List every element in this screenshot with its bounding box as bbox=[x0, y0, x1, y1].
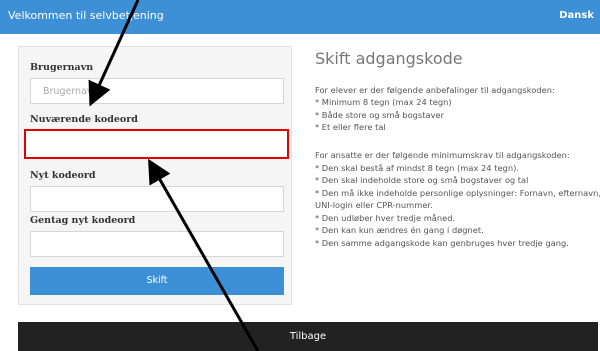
username-input[interactable]: Brugernavn bbox=[30, 78, 284, 104]
staff-rule: UNI-login eller CPR-nummer. bbox=[315, 200, 433, 210]
username-label: Brugernavn bbox=[30, 62, 94, 73]
staff-rule: * Den samme adgangskode kan genbruges hv… bbox=[315, 238, 569, 248]
staff-rule: * Den skal bestå af mindst 8 tegn (max 2… bbox=[315, 163, 519, 173]
staff-rule: * Den udløber hver tredje måned. bbox=[315, 213, 456, 223]
staff-rule: * Den kan kun ændres én gang i døgnet. bbox=[315, 225, 484, 235]
repeat-password-input[interactable] bbox=[30, 231, 284, 257]
info-heading: Skift adgangskode bbox=[315, 49, 463, 68]
back-button[interactable]: Tilbage bbox=[18, 322, 598, 351]
students-rule: * Minimum 8 tegn (max 24 tegn) bbox=[315, 97, 452, 107]
students-rule: * Både store og små bogstaver bbox=[315, 110, 444, 120]
welcome-title: Velkommen til selvbetjening bbox=[8, 9, 164, 22]
new-password-input[interactable] bbox=[30, 186, 284, 212]
top-bar: Velkommen til selvbetjening Dansk bbox=[0, 0, 600, 34]
staff-rule: * Den må ikke indeholde personlige oplys… bbox=[315, 188, 600, 198]
new-password-label: Nyt kodeord bbox=[30, 170, 96, 181]
current-password-input[interactable] bbox=[24, 129, 289, 159]
repeat-password-label: Gentag nyt kodeord bbox=[30, 215, 136, 226]
students-rule: * Et eller flere tal bbox=[315, 122, 386, 132]
staff-intro: For ansatte er der følgende minimumskrav… bbox=[315, 150, 570, 160]
students-intro: For elever er der følgende anbefalinger … bbox=[315, 85, 555, 95]
language-selector[interactable]: Dansk bbox=[559, 10, 594, 21]
staff-rule: * Den skal indeholde store og små bogsta… bbox=[315, 175, 529, 185]
current-password-label: Nuværende kodeord bbox=[30, 114, 138, 125]
change-password-button[interactable]: Skift bbox=[30, 267, 284, 295]
